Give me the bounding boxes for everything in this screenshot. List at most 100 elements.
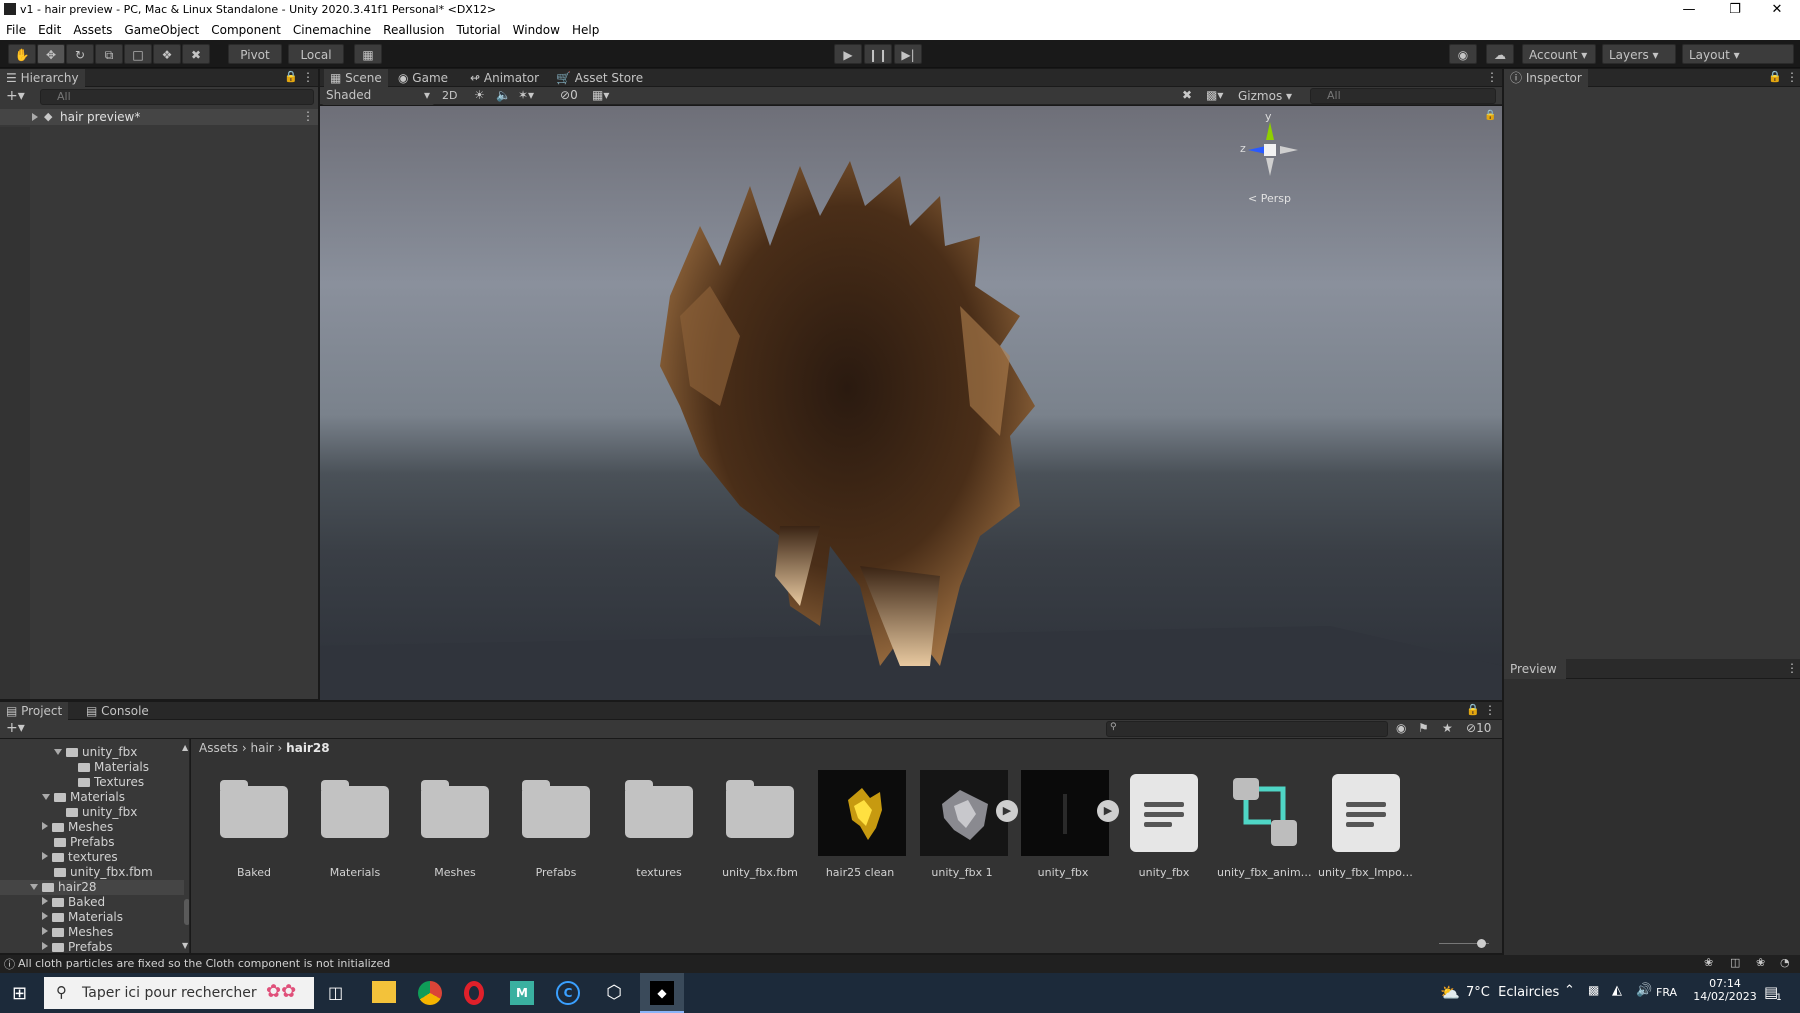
tab-asset-store[interactable]: 🛒 Asset Store: [550, 69, 649, 87]
minimize-button[interactable]: —: [1666, 0, 1712, 20]
tab-console[interactable]: ▤ Console: [80, 702, 155, 720]
expanded-arrow-icon[interactable]: [42, 794, 50, 800]
maya-icon[interactable]: M: [510, 981, 534, 1005]
expand-arrow-icon[interactable]: [32, 113, 38, 121]
menu-tutorial[interactable]: Tutorial: [451, 20, 507, 40]
lock-icon[interactable]: 🔒: [284, 70, 298, 83]
menu-edit[interactable]: Edit: [32, 20, 67, 40]
bug-icon[interactable]: ❀: [1756, 956, 1765, 969]
breadcrumb-hair[interactable]: hair: [251, 741, 274, 755]
local-toggle[interactable]: Local: [288, 44, 344, 64]
add-gameobject-icon[interactable]: +▾: [6, 88, 25, 104]
persp-label[interactable]: < Persp: [1248, 192, 1291, 205]
cache-icon[interactable]: ◫: [1730, 956, 1740, 969]
orientation-gizmo[interactable]: y z: [1240, 110, 1312, 184]
kebab-menu-icon[interactable]: ⋮: [302, 70, 314, 84]
rect-tool-icon[interactable]: □: [124, 44, 152, 64]
tools-icon[interactable]: ✖: [1182, 88, 1192, 102]
tree-item[interactable]: unity_fbx: [0, 805, 184, 820]
icon-size-slider-knob[interactable]: [1477, 939, 1486, 948]
volume-icon[interactable]: 🔊: [1636, 983, 1652, 998]
tree-item[interactable]: Materials: [0, 760, 184, 775]
collapsed-arrow-icon[interactable]: [42, 897, 48, 905]
menu-assets[interactable]: Assets: [67, 20, 118, 40]
tree-item[interactable]: Baked: [0, 895, 184, 910]
toggle-2d-button[interactable]: 2D: [442, 89, 457, 102]
project-menu-icon[interactable]: ⋮: [1484, 703, 1496, 717]
tab-scene[interactable]: ▦ Scene: [324, 69, 388, 87]
camera-settings-icon[interactable]: ▩▾: [1206, 88, 1223, 102]
language-indicator[interactable]: FRA: [1656, 986, 1677, 999]
transform-tool-icon[interactable]: ❖: [153, 44, 181, 64]
scene-menu-icon[interactable]: ⋮: [302, 109, 314, 123]
grid-snap-icon[interactable]: ▦: [354, 44, 382, 64]
hierarchy-search-input[interactable]: All: [40, 89, 314, 105]
clock[interactable]: 07:14 14/02/2023: [1690, 977, 1760, 1003]
scale-tool-icon[interactable]: ⧉: [95, 44, 123, 64]
scene-viewport[interactable]: y z 🔒 < Persp: [320, 106, 1502, 700]
file-explorer-icon[interactable]: [372, 981, 396, 1003]
scene-menu-icon[interactable]: ⋮: [1486, 70, 1498, 84]
step-button[interactable]: ▶|: [894, 44, 922, 64]
scene-search-input[interactable]: All: [1310, 88, 1496, 104]
favorites-icon[interactable]: ★: [1442, 721, 1453, 735]
expand-model-icon[interactable]: ▶: [1097, 800, 1119, 822]
collapsed-arrow-icon[interactable]: [42, 822, 48, 830]
tree-scroll-up-icon[interactable]: ▲: [182, 743, 188, 752]
lighting-toggle-icon[interactable]: ☀: [474, 88, 485, 102]
unity-editor-taskbar-button[interactable]: ◆: [640, 973, 684, 1013]
task-view-icon[interactable]: ◫: [328, 983, 343, 1002]
x-axis-cone[interactable]: [1280, 146, 1298, 154]
effects-toggle-icon[interactable]: ✶▾: [518, 88, 534, 102]
wifi-icon[interactable]: ◭: [1612, 983, 1622, 998]
chrome-icon[interactable]: [418, 981, 442, 1005]
hierarchy-scene-row[interactable]: ◆ hair preview* ⋮: [0, 109, 318, 125]
neg-y-axis-cone[interactable]: [1266, 158, 1274, 176]
preview-menu-icon[interactable]: ⋮: [1786, 661, 1798, 675]
debug-icon[interactable]: ❀: [1704, 956, 1713, 969]
pause-button[interactable]: ❙❙: [864, 44, 892, 64]
search-by-label-icon[interactable]: ⚑: [1418, 721, 1429, 735]
close-window-button[interactable]: ✕: [1754, 0, 1800, 20]
device-icon[interactable]: ▩: [1588, 983, 1599, 997]
breadcrumb-assets[interactable]: Assets: [199, 741, 238, 755]
cc-icon[interactable]: C: [556, 981, 580, 1005]
tree-item[interactable]: Materials: [0, 790, 184, 805]
project-search-input[interactable]: [1106, 721, 1388, 737]
tree-item[interactable]: unity_fbx: [0, 745, 184, 760]
inspector-menu-icon[interactable]: ⋮: [1786, 70, 1798, 84]
collapsed-arrow-icon[interactable]: [42, 942, 48, 950]
menu-window[interactable]: Window: [507, 20, 566, 40]
inspector-lock-icon[interactable]: 🔒: [1768, 70, 1782, 83]
breadcrumb-hair28[interactable]: hair28: [286, 741, 329, 755]
visibility-toggle[interactable]: ⊘0: [560, 88, 578, 102]
tree-item[interactable]: unity_fbx.fbm: [0, 865, 184, 880]
tree-item[interactable]: textures: [0, 850, 184, 865]
progress-icon[interactable]: ◔: [1780, 956, 1790, 969]
tree-item[interactable]: Meshes: [0, 925, 184, 940]
tree-scroll-down-icon[interactable]: ▼: [182, 941, 188, 950]
move-tool-icon[interactable]: ✥: [37, 44, 65, 64]
tab-hierarchy[interactable]: ☰ Hierarchy: [0, 69, 85, 87]
tree-item[interactable]: Meshes: [0, 820, 184, 835]
menu-gameobject[interactable]: GameObject: [118, 20, 205, 40]
menu-help[interactable]: Help: [566, 20, 605, 40]
show-hidden-icons[interactable]: ⌃: [1564, 983, 1575, 998]
status-message[interactable]: All cloth particles are fixed so the Clo…: [18, 957, 390, 970]
tree-scrollbar-thumb[interactable]: [184, 899, 189, 925]
menu-reallusion[interactable]: Reallusion: [377, 20, 450, 40]
tab-inspector[interactable]: ⓘ Inspector: [1504, 69, 1588, 87]
tree-item[interactable]: Materials: [0, 910, 184, 925]
menu-cinemachine[interactable]: Cinemachine: [287, 20, 377, 40]
create-asset-icon[interactable]: +▾: [6, 720, 25, 736]
restore-button[interactable]: ❐: [1712, 0, 1758, 20]
opera-icon[interactable]: [464, 981, 484, 1005]
expanded-arrow-icon[interactable]: [30, 884, 38, 890]
taskbar-search-box[interactable]: ⚲ Taper ici pour rechercher ✿✿: [44, 977, 314, 1009]
shading-mode-dropdown[interactable]: Shaded ▾: [322, 87, 434, 105]
gizmo-lock-icon[interactable]: 🔒: [1484, 110, 1496, 121]
unity-hub-icon[interactable]: ⬡: [602, 981, 626, 1005]
collab-icon[interactable]: ◉: [1449, 44, 1477, 64]
windows-start-icon[interactable]: ⊞: [12, 983, 27, 1004]
tab-game[interactable]: ◉ Game: [392, 69, 454, 87]
